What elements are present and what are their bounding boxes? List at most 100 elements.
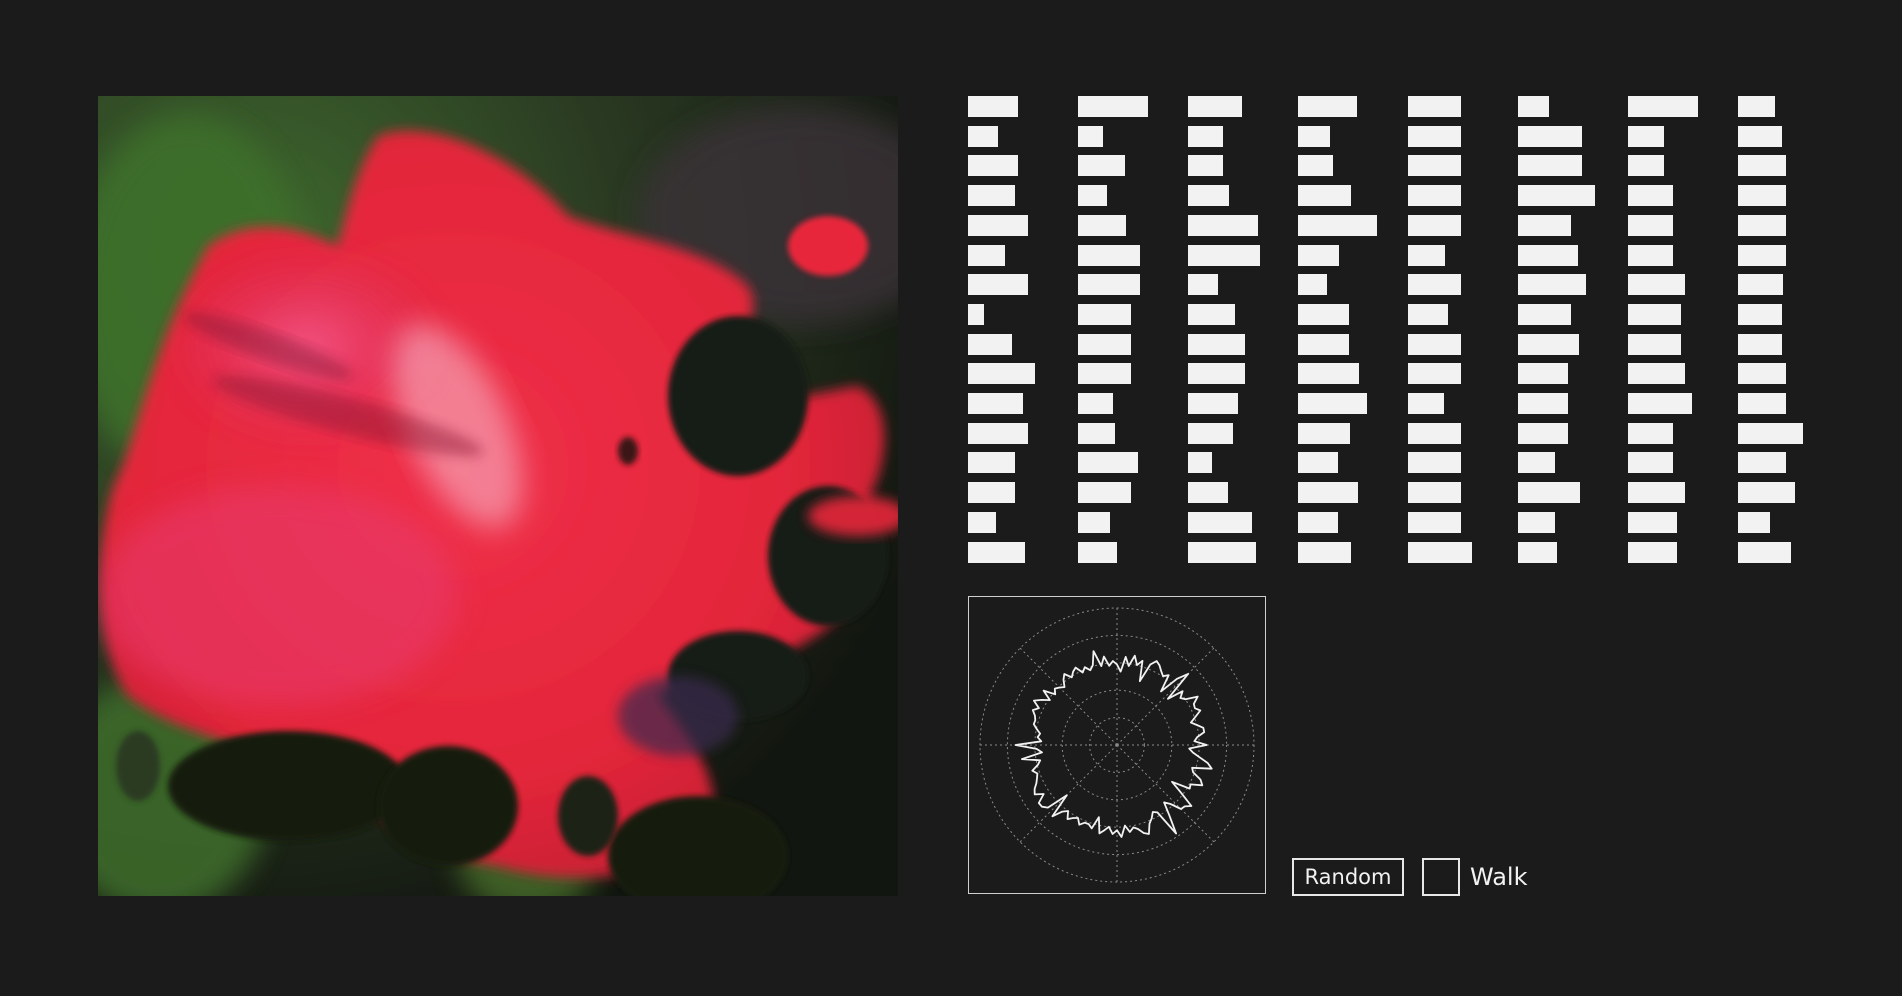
walk-toggle[interactable]: Walk xyxy=(1422,858,1527,896)
latent-slider-4-4[interactable] xyxy=(1408,214,1461,236)
latent-slider-0-12[interactable] xyxy=(968,452,1015,474)
latent-slider-7-14[interactable] xyxy=(1738,511,1770,533)
latent-slider-3-15[interactable] xyxy=(1298,541,1351,563)
latent-slider-3-12[interactable] xyxy=(1298,452,1338,474)
latent-slider-2-2[interactable] xyxy=(1188,155,1223,177)
latent-slider-1-0[interactable] xyxy=(1078,96,1148,117)
latent-slider-1-15[interactable] xyxy=(1078,541,1117,563)
latent-slider-6-2[interactable] xyxy=(1628,155,1664,177)
latent-slider-5-12[interactable] xyxy=(1518,452,1555,474)
latent-slider-6-5[interactable] xyxy=(1628,244,1673,266)
latent-slider-6-4[interactable] xyxy=(1628,214,1673,236)
latent-slider-4-10[interactable] xyxy=(1408,393,1444,414)
latent-slider-7-4[interactable] xyxy=(1738,214,1786,236)
latent-slider-4-7[interactable] xyxy=(1408,303,1448,325)
latent-slider-5-4[interactable] xyxy=(1518,214,1571,236)
latent-slider-4-3[interactable] xyxy=(1408,185,1461,207)
latent-slider-5-9[interactable] xyxy=(1518,363,1568,385)
latent-slider-2-6[interactable] xyxy=(1188,274,1218,296)
latent-slider-4-14[interactable] xyxy=(1408,511,1461,533)
latent-slider-2-12[interactable] xyxy=(1188,452,1212,474)
latent-slider-1-2[interactable] xyxy=(1078,155,1125,177)
latent-slider-0-9[interactable] xyxy=(968,363,1035,385)
latent-slider-1-4[interactable] xyxy=(1078,214,1126,236)
latent-slider-6-13[interactable] xyxy=(1628,482,1685,504)
latent-slider-2-9[interactable] xyxy=(1188,363,1245,385)
latent-slider-6-14[interactable] xyxy=(1628,511,1677,533)
latent-slider-1-9[interactable] xyxy=(1078,363,1131,385)
latent-slider-3-13[interactable] xyxy=(1298,482,1358,504)
latent-slider-3-9[interactable] xyxy=(1298,363,1359,385)
latent-slider-6-11[interactable] xyxy=(1628,422,1673,444)
latent-slider-7-8[interactable] xyxy=(1738,333,1782,355)
latent-slider-0-7[interactable] xyxy=(968,303,984,325)
latent-slider-5-8[interactable] xyxy=(1518,333,1579,355)
latent-slider-6-15[interactable] xyxy=(1628,541,1677,563)
latent-slider-0-5[interactable] xyxy=(968,244,1005,266)
latent-slider-5-7[interactable] xyxy=(1518,303,1571,325)
latent-slider-4-0[interactable] xyxy=(1408,96,1461,117)
latent-slider-3-10[interactable] xyxy=(1298,393,1367,414)
latent-slider-4-6[interactable] xyxy=(1408,274,1461,296)
latent-slider-6-8[interactable] xyxy=(1628,333,1681,355)
latent-slider-0-4[interactable] xyxy=(968,214,1028,236)
latent-slider-3-1[interactable] xyxy=(1298,125,1330,147)
latent-slider-5-5[interactable] xyxy=(1518,244,1578,266)
latent-slider-4-5[interactable] xyxy=(1408,244,1445,266)
latent-slider-3-11[interactable] xyxy=(1298,422,1350,444)
latent-slider-0-3[interactable] xyxy=(968,185,1015,207)
latent-slider-1-3[interactable] xyxy=(1078,185,1107,207)
latent-slider-2-1[interactable] xyxy=(1188,125,1223,147)
latent-slider-1-14[interactable] xyxy=(1078,511,1110,533)
latent-slider-2-4[interactable] xyxy=(1188,214,1258,236)
latent-slider-2-14[interactable] xyxy=(1188,511,1252,533)
latent-slider-3-8[interactable] xyxy=(1298,333,1349,355)
latent-slider-0-10[interactable] xyxy=(968,393,1023,414)
latent-slider-4-13[interactable] xyxy=(1408,482,1461,504)
latent-slider-1-6[interactable] xyxy=(1078,274,1140,296)
latent-slider-0-1[interactable] xyxy=(968,125,998,147)
latent-slider-7-6[interactable] xyxy=(1738,274,1783,296)
latent-slider-1-12[interactable] xyxy=(1078,452,1138,474)
latent-slider-4-12[interactable] xyxy=(1408,452,1461,474)
latent-slider-0-0[interactable] xyxy=(968,96,1018,117)
latent-slider-6-10[interactable] xyxy=(1628,393,1692,414)
latent-slider-6-7[interactable] xyxy=(1628,303,1681,325)
latent-slider-4-1[interactable] xyxy=(1408,125,1461,147)
latent-slider-2-7[interactable] xyxy=(1188,303,1235,325)
latent-slider-5-15[interactable] xyxy=(1518,541,1557,563)
latent-slider-4-2[interactable] xyxy=(1408,155,1461,177)
latent-slider-3-7[interactable] xyxy=(1298,303,1349,325)
latent-slider-6-12[interactable] xyxy=(1628,452,1673,474)
latent-slider-2-15[interactable] xyxy=(1188,541,1256,563)
latent-slider-0-2[interactable] xyxy=(968,155,1018,177)
latent-slider-7-12[interactable] xyxy=(1738,452,1786,474)
latent-slider-7-0[interactable] xyxy=(1738,96,1775,117)
latent-slider-0-14[interactable] xyxy=(968,511,996,533)
latent-slider-4-8[interactable] xyxy=(1408,333,1461,355)
latent-slider-7-2[interactable] xyxy=(1738,155,1786,177)
latent-slider-3-2[interactable] xyxy=(1298,155,1333,177)
latent-slider-1-13[interactable] xyxy=(1078,482,1131,504)
latent-slider-0-13[interactable] xyxy=(968,482,1015,504)
latent-slider-4-9[interactable] xyxy=(1408,363,1461,385)
latent-slider-0-6[interactable] xyxy=(968,274,1028,296)
latent-slider-1-10[interactable] xyxy=(1078,393,1113,414)
latent-slider-2-11[interactable] xyxy=(1188,422,1233,444)
latent-slider-4-15[interactable] xyxy=(1408,541,1472,563)
latent-slider-6-6[interactable] xyxy=(1628,274,1685,296)
latent-slider-5-1[interactable] xyxy=(1518,125,1582,147)
latent-slider-2-3[interactable] xyxy=(1188,185,1229,207)
latent-slider-3-14[interactable] xyxy=(1298,511,1338,533)
latent-slider-2-5[interactable] xyxy=(1188,244,1260,266)
latent-slider-3-4[interactable] xyxy=(1298,214,1377,236)
latent-slider-0-8[interactable] xyxy=(968,333,1012,355)
latent-slider-2-8[interactable] xyxy=(1188,333,1245,355)
latent-slider-1-11[interactable] xyxy=(1078,422,1115,444)
latent-slider-6-1[interactable] xyxy=(1628,125,1664,147)
latent-slider-5-11[interactable] xyxy=(1518,422,1568,444)
latent-slider-1-8[interactable] xyxy=(1078,333,1131,355)
latent-slider-0-15[interactable] xyxy=(968,541,1025,563)
latent-slider-3-6[interactable] xyxy=(1298,274,1327,296)
latent-slider-5-6[interactable] xyxy=(1518,274,1586,296)
